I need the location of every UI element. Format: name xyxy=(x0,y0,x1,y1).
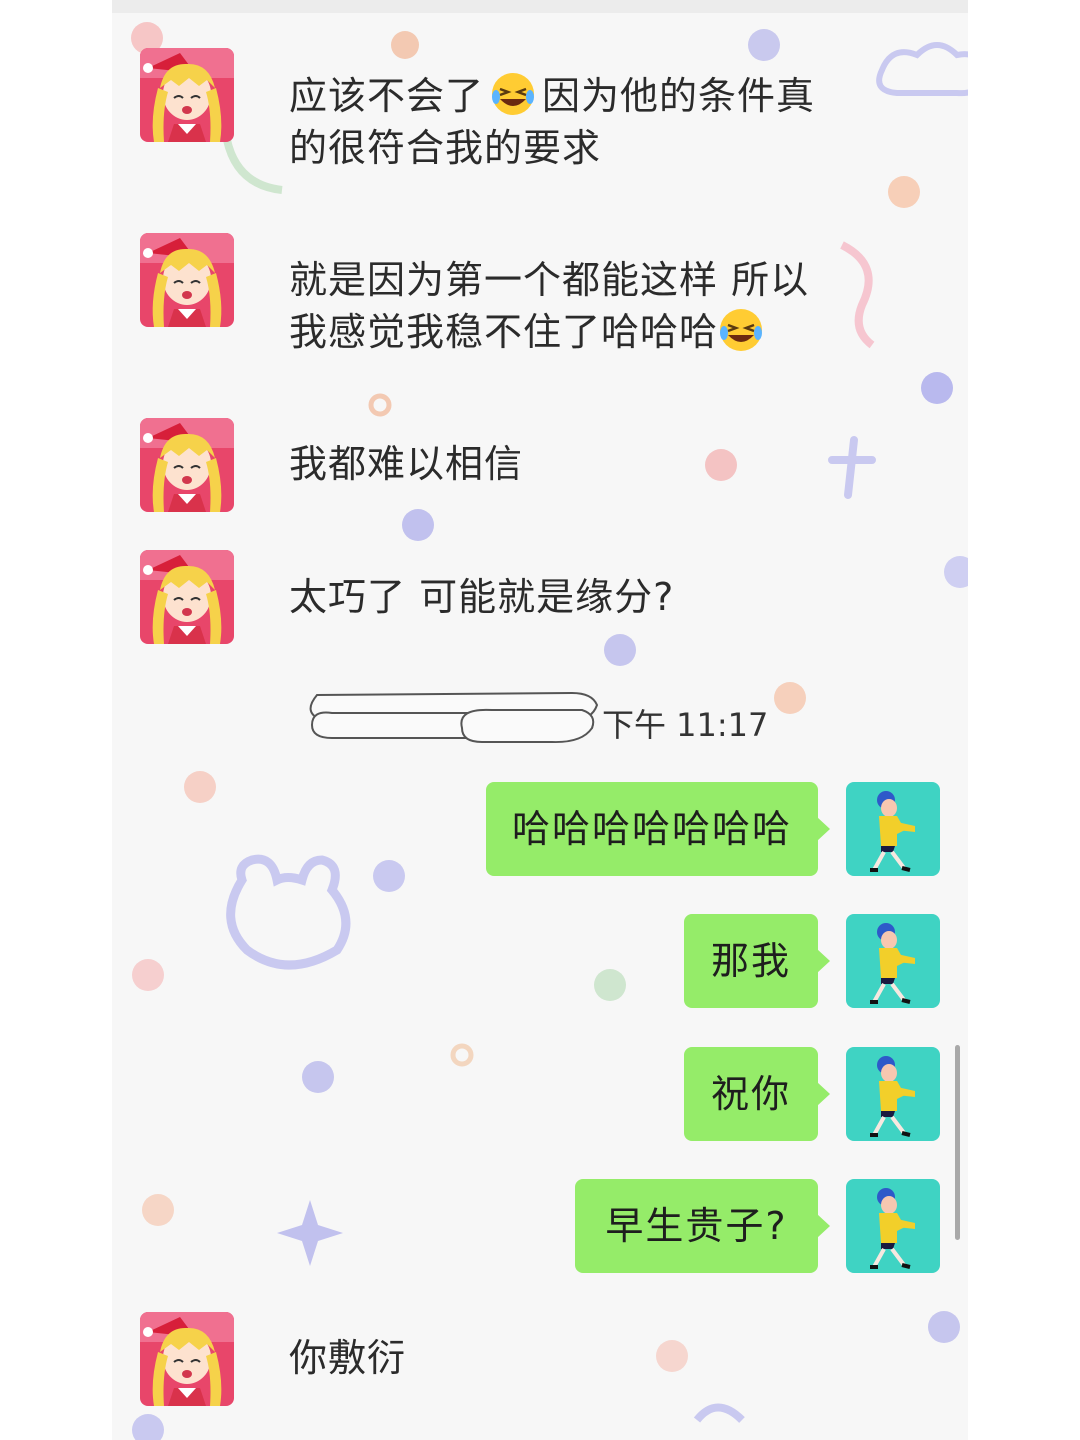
walking-girl-avatar[interactable] xyxy=(846,914,940,1008)
laughing-crying-emoji xyxy=(492,73,535,115)
walking-girl-avatar[interactable] xyxy=(846,1179,940,1273)
sailor-moon-avatar[interactable] xyxy=(140,418,234,512)
sailor-moon-avatar[interactable] xyxy=(140,233,234,327)
redacted-scribble xyxy=(309,691,599,744)
laughing-crying-emoji xyxy=(720,309,763,351)
outgoing-message-bubble[interactable]: 早生贵子? xyxy=(575,1179,830,1273)
incoming-message-text: 就是因为第一个都能这样 所以 我感觉我稳不住了哈哈哈 xyxy=(289,258,810,354)
walking-girl-avatar[interactable] xyxy=(846,782,940,876)
sailor-moon-avatar[interactable] xyxy=(140,550,234,644)
chat-area[interactable]: 下午 11:17 应该不会了 因为他的条件真 的很符合我的要求 就是因为第一个都… xyxy=(112,0,968,1440)
incoming-message-text: 应该不会了 因为他的条件真 的很符合我的要求 xyxy=(289,70,849,174)
incoming-message-text: 你敷衍 xyxy=(289,1336,407,1380)
sailor-moon-avatar[interactable] xyxy=(140,1312,234,1406)
scrollbar[interactable] xyxy=(955,1045,960,1240)
incoming-message-text: 太巧了 可能就是缘分? xyxy=(289,575,675,619)
outgoing-message-bubble[interactable]: 哈哈哈哈哈哈哈 xyxy=(486,782,830,876)
outgoing-message-bubble[interactable]: 那我 xyxy=(684,914,830,1008)
walking-girl-avatar[interactable] xyxy=(846,1047,940,1141)
incoming-message-text: 我都难以相信 xyxy=(289,442,524,486)
outgoing-message-bubble[interactable]: 祝你 xyxy=(684,1047,830,1141)
sailor-moon-avatar[interactable] xyxy=(140,48,234,142)
message-timestamp: 下午 11:17 xyxy=(602,706,769,744)
